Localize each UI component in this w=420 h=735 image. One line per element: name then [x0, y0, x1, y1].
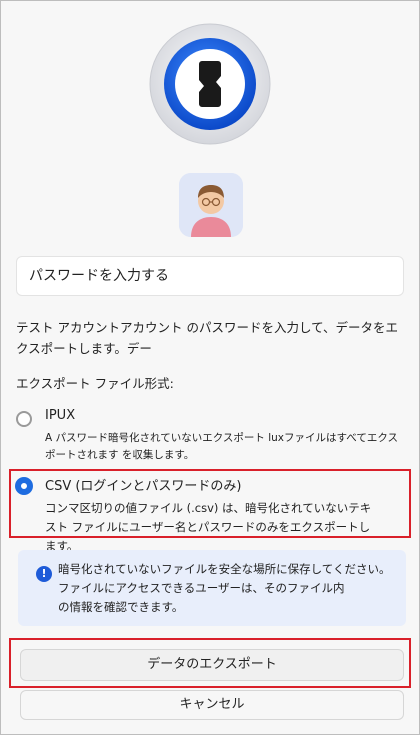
notice-text: 暗号化されていないファイルを安全な場所に保存してください。 ファイルにアクセスで…	[58, 560, 398, 617]
radio-1pux[interactable]	[16, 411, 32, 427]
notice-line: ファイルにアクセスできるユーザーは、そのファイル内	[58, 581, 345, 595]
option-1pux-title: IPUX	[45, 408, 76, 423]
option-csv-description: コンマ区切りの値ファイル (.csv) は、暗号化されていないテキスト ファイル…	[45, 501, 372, 553]
notice-line: の情報を確認できます。	[58, 600, 184, 614]
cancel-button[interactable]: キャンセル	[20, 690, 404, 720]
password-input[interactable]	[16, 256, 404, 296]
notice-line: 暗号化されていないファイルを安全な場所に保存してください。	[58, 562, 391, 576]
export-dialog: テスト アカウントアカウント のパスワードを入力して、データをエクスポートします…	[0, 0, 420, 735]
option-csv-title: CSV (ログインとパスワードのみ)	[45, 479, 242, 494]
radio-csv[interactable]	[16, 478, 32, 494]
security-notice: ! 暗号化されていないファイルを安全な場所に保存してください。 ファイルにアクセ…	[18, 550, 406, 626]
option-1pux-description: A パスワード暗号化されていないエクスポート luxファイルはすべてエクスポート…	[45, 432, 399, 461]
file-format-label: エクスポート ファイル形式:	[16, 376, 174, 391]
user-avatar	[179, 173, 243, 237]
export-description: テスト アカウントアカウント のパスワードを入力して、データをエクスポートします…	[16, 320, 398, 356]
app-logo	[149, 23, 271, 145]
export-data-button[interactable]: データのエクスポート	[20, 649, 404, 681]
info-icon: !	[36, 566, 52, 582]
